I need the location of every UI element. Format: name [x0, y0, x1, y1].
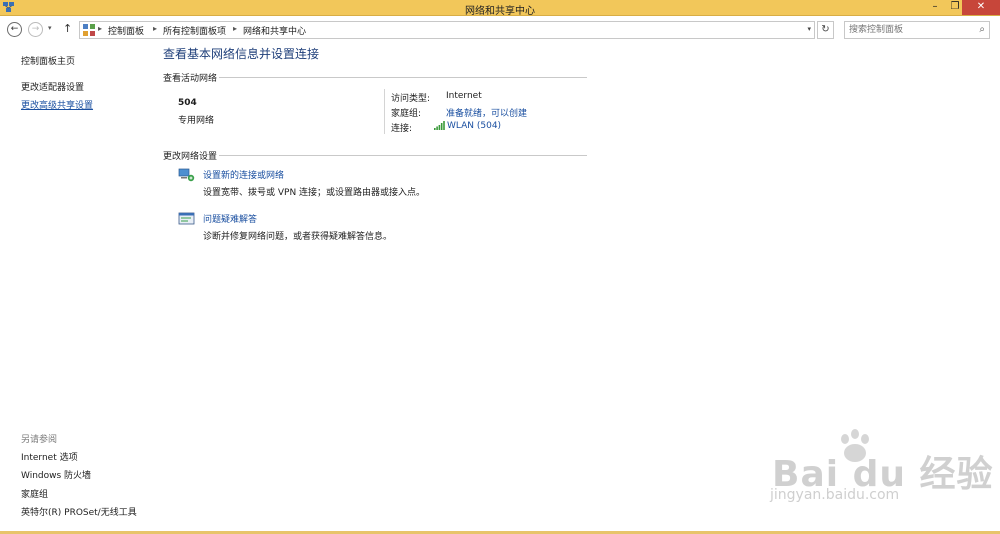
- access-type-label: 访问类型:: [391, 94, 431, 104]
- search-input[interactable]: [849, 23, 969, 37]
- close-button[interactable]: ✕: [962, 0, 1000, 15]
- sidebar-item-advanced-sharing[interactable]: 更改高级共享设置: [21, 98, 93, 111]
- breadcrumb-separator[interactable]: ▸: [233, 24, 237, 33]
- homegroup-link[interactable]: 准备就绪，可以创建: [446, 106, 527, 119]
- back-button[interactable]: ←: [7, 22, 22, 37]
- see-also-proset-tools[interactable]: 英特尔(R) PROSet/无线工具: [21, 505, 137, 518]
- troubleshoot-description: 诊断并修复网络问题，或者获得疑难解答信息。: [203, 232, 393, 242]
- sidebar-item-home[interactable]: 控制面板主页: [21, 54, 75, 67]
- forward-button[interactable]: →: [28, 22, 43, 37]
- breadcrumb-separator[interactable]: ▸: [153, 24, 157, 33]
- section-divider: [219, 77, 587, 78]
- address-dropdown-icon[interactable]: ▾: [807, 25, 811, 33]
- troubleshoot-link[interactable]: 问题疑难解答: [203, 212, 257, 225]
- wlan-connection-link[interactable]: WLAN (504): [447, 121, 501, 131]
- active-networks-heading: 查看活动网络: [163, 74, 218, 84]
- breadcrumb-control-panel[interactable]: 控制面板: [108, 24, 144, 37]
- see-also-heading: 另请参阅: [21, 435, 58, 445]
- connection-label: 连接:: [391, 124, 413, 134]
- watermark-url: jingyan.baidu.com: [770, 487, 900, 503]
- window-title: 网络和共享中心: [465, 6, 535, 17]
- address-bar[interactable]: ▸ 控制面板 ▸ 所有控制面板项 ▸ 网络和共享中心 ▾: [79, 21, 815, 39]
- see-also-internet-options[interactable]: Internet 选项: [21, 450, 78, 463]
- page-title: 查看基本网络信息并设置连接: [163, 47, 320, 61]
- setup-connection-link[interactable]: 设置新的连接或网络: [203, 168, 284, 181]
- breadcrumb-all-items[interactable]: 所有控制面板项: [163, 24, 226, 37]
- setup-connection-description: 设置宽带、拨号或 VPN 连接；或设置路由器或接入点。: [203, 188, 426, 198]
- see-also-homegroup[interactable]: 家庭组: [21, 487, 48, 500]
- breadcrumb-separator[interactable]: ▸: [98, 24, 102, 33]
- baidu-watermark: Bai du 经验 jingyan.baidu.com: [760, 425, 993, 520]
- change-settings-heading: 更改网络设置: [163, 152, 218, 162]
- title-bar: 网络和共享中心 – ❐ ✕: [0, 0, 1000, 17]
- breadcrumb-network-center[interactable]: 网络和共享中心: [243, 24, 306, 37]
- sidebar-item-adapter-settings[interactable]: 更改适配器设置: [21, 80, 84, 93]
- refresh-button[interactable]: ↻: [817, 21, 834, 39]
- navigation-bar: ← → ▾ ↑ ▸ 控制面板 ▸ 所有控制面板项 ▸ 网络和共享中心 ▾ ↻ ⌕: [0, 17, 1000, 43]
- network-type[interactable]: 专用网络: [178, 113, 214, 126]
- recent-locations-dropdown[interactable]: ▾: [48, 24, 52, 32]
- new-connection-icon: [178, 168, 195, 182]
- see-also-firewall[interactable]: Windows 防火墙: [21, 468, 91, 481]
- access-type-value: Internet: [446, 91, 482, 101]
- network-name: 504: [178, 98, 197, 108]
- control-panel-icon: [83, 24, 95, 36]
- search-box[interactable]: ⌕: [844, 21, 990, 39]
- troubleshoot-icon: [178, 212, 195, 225]
- network-info-divider: [384, 89, 385, 134]
- search-icon[interactable]: ⌕: [979, 24, 985, 35]
- wifi-signal-icon: [434, 121, 445, 130]
- homegroup-label: 家庭组:: [391, 109, 422, 119]
- up-button[interactable]: ↑: [63, 22, 72, 35]
- section-divider: [219, 155, 587, 156]
